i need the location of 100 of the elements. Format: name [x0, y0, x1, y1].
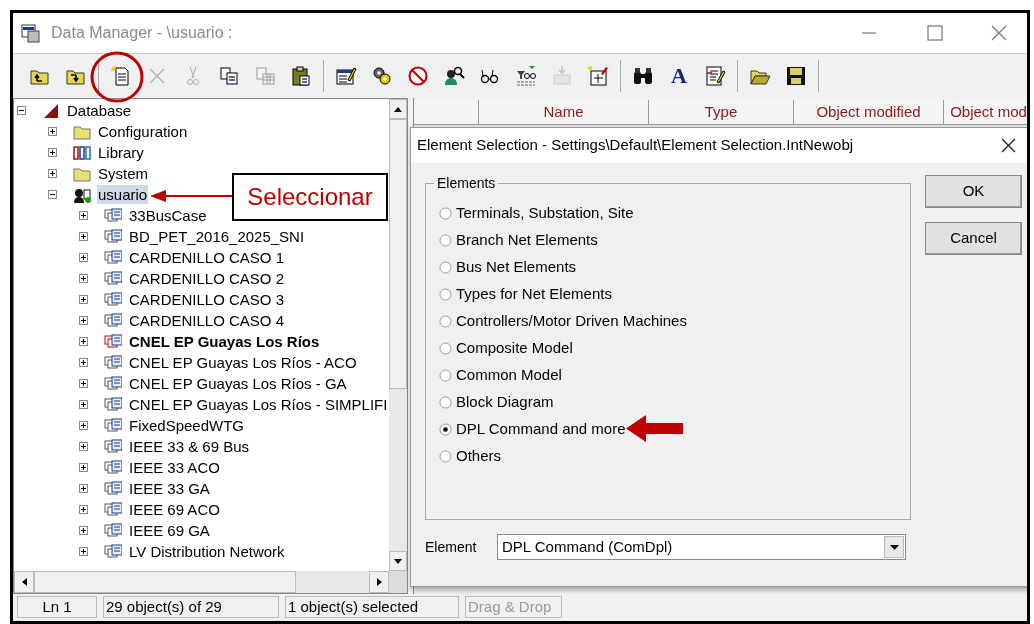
- annotation-circle: [90, 51, 144, 103]
- tree-item[interactable]: Library: [97, 143, 145, 162]
- tree-item[interactable]: IEEE 33 & 69 Bus: [128, 437, 251, 456]
- option-label[interactable]: Controllers/Motor Driven Machines: [456, 310, 687, 333]
- person-magnifier-icon[interactable]: [443, 65, 465, 87]
- radio-button[interactable]: [439, 207, 452, 220]
- expand-icon[interactable]: [48, 148, 57, 157]
- paste-icon[interactable]: [290, 65, 312, 87]
- radio-button[interactable]: [439, 369, 452, 382]
- element-dropdown[interactable]: DPL Command (ComDpl): [497, 534, 906, 560]
- expand-icon[interactable]: [79, 358, 88, 367]
- scroll-right-icon[interactable]: [376, 578, 382, 586]
- column-header[interactable]: Name: [479, 100, 649, 125]
- gears-icon[interactable]: [371, 65, 393, 87]
- expand-icon[interactable]: [79, 211, 88, 220]
- expand-icon[interactable]: [79, 400, 88, 409]
- expand-icon[interactable]: [79, 526, 88, 535]
- option-label[interactable]: Block Diagram: [456, 391, 554, 414]
- binoculars-icon[interactable]: [632, 65, 654, 87]
- horizontal-scrollbar[interactable]: [14, 571, 389, 593]
- tree-item[interactable]: IEEE 33 GA: [128, 479, 211, 498]
- tree-item[interactable]: FixedSpeedWTG: [128, 416, 246, 435]
- column-header[interactable]: Object mod: [944, 100, 1027, 125]
- edit-icon[interactable]: [335, 65, 357, 87]
- expand-icon[interactable]: [79, 442, 88, 451]
- scroll-up-icon[interactable]: [394, 106, 402, 112]
- annotation-arrow: [626, 415, 683, 442]
- tree-item[interactable]: CARDENILLO CASO 4: [128, 311, 286, 330]
- tree-item[interactable]: CNEL EP Guayas Los Ríos - ACO: [128, 353, 358, 372]
- tree-item[interactable]: CNEL EP Guayas Los Ríos - SIMPLIFI: [128, 395, 389, 414]
- status-field: 1 object(s) selected: [285, 596, 459, 618]
- tree-item[interactable]: 33BusCase: [128, 206, 208, 225]
- font-button[interactable]: A: [671, 65, 687, 87]
- tree-item[interactable]: CARDENILLO CASO 2: [128, 269, 286, 288]
- radio-button[interactable]: [439, 315, 452, 328]
- expand-icon[interactable]: [79, 253, 88, 262]
- status-field: Ln 1: [17, 596, 97, 618]
- column-header[interactable]: Type: [649, 100, 794, 125]
- option-label[interactable]: Terminals, Substation, Site: [456, 202, 634, 225]
- expand-icon[interactable]: [79, 316, 88, 325]
- collapse-icon[interactable]: [17, 106, 26, 115]
- radio-button[interactable]: [439, 342, 452, 355]
- expand-icon[interactable]: [79, 547, 88, 556]
- radio-button[interactable]: [439, 234, 452, 247]
- tree-item[interactable]: CARDENILLO CASO 3: [128, 290, 286, 309]
- expand-icon[interactable]: [79, 295, 88, 304]
- collapse-icon[interactable]: [48, 190, 57, 199]
- ok-button[interactable]: OK: [925, 175, 1022, 208]
- expand-icon[interactable]: [48, 127, 57, 136]
- column-header[interactable]: Object modified: [794, 100, 944, 125]
- expand-icon[interactable]: [79, 232, 88, 241]
- radio-button[interactable]: [439, 423, 452, 436]
- tree-item[interactable]: IEEE 69 GA: [128, 521, 211, 540]
- tree-item[interactable]: LV Distribution Network: [128, 542, 286, 561]
- tree-item[interactable]: System: [97, 164, 149, 183]
- copy-icon[interactable]: [218, 65, 240, 87]
- option-label[interactable]: Types for Net Elements: [456, 283, 612, 306]
- option-label[interactable]: DPL Command and more: [456, 418, 626, 441]
- tree-item[interactable]: BD_PET_2016_2025_SNI: [128, 227, 306, 246]
- expand-icon[interactable]: [79, 484, 88, 493]
- expand-icon[interactable]: [79, 421, 88, 430]
- cancel-button[interactable]: Cancel: [925, 222, 1022, 255]
- expand-icon[interactable]: [79, 337, 88, 346]
- filter-icon[interactable]: [515, 65, 537, 87]
- radio-button[interactable]: [439, 288, 452, 301]
- option-label[interactable]: Branch Net Elements: [456, 229, 598, 252]
- scroll-left-icon[interactable]: [21, 578, 27, 586]
- tree-item[interactable]: IEEE 69 ACO: [128, 500, 221, 519]
- radio-button[interactable]: [439, 396, 452, 409]
- new-document-icon[interactable]: [110, 65, 132, 87]
- dialog-title: Element Selection - Settings\Default\Element Selection.IntNewobj: [417, 135, 854, 156]
- expand-icon[interactable]: [48, 169, 57, 178]
- option-label[interactable]: Bus Net Elements: [456, 256, 577, 279]
- tree-item[interactable]: CNEL EP Guayas Los Ríos: [128, 332, 321, 351]
- vertical-scrollbar[interactable]: [389, 99, 407, 571]
- option-label[interactable]: Common Model: [456, 364, 562, 387]
- dropdown-arrow-icon[interactable]: [889, 544, 899, 550]
- option-label[interactable]: Others: [456, 445, 501, 468]
- column-header[interactable]: [414, 100, 479, 125]
- radio-button[interactable]: [439, 450, 452, 463]
- tree-item[interactable]: CARDENILLO CASO 1: [128, 248, 286, 267]
- tree-item[interactable]: IEEE 33 ACO: [128, 458, 221, 477]
- notes-icon[interactable]: [704, 65, 726, 87]
- close-icon[interactable]: [1001, 138, 1016, 153]
- tree-item[interactable]: usuario: [97, 185, 149, 204]
- tree-item[interactable]: CNEL EP Guayas Los Ríos - GA: [128, 374, 348, 393]
- option-label[interactable]: Composite Model: [456, 337, 573, 360]
- tree-item[interactable]: Database: [66, 101, 133, 120]
- expand-icon[interactable]: [79, 379, 88, 388]
- expand-icon[interactable]: [79, 463, 88, 472]
- new-edit-icon[interactable]: [587, 65, 609, 87]
- radio-button[interactable]: [439, 261, 452, 274]
- field-label: Element: [425, 537, 478, 557]
- expand-icon[interactable]: [79, 274, 88, 283]
- scroll-down-icon[interactable]: [394, 558, 402, 564]
- prohibited-icon[interactable]: [407, 65, 429, 87]
- expand-icon[interactable]: [79, 505, 88, 514]
- status-field: Drag & Drop: [465, 596, 562, 618]
- save-icon[interactable]: [785, 65, 807, 87]
- tree-item[interactable]: Configuration: [97, 122, 189, 141]
